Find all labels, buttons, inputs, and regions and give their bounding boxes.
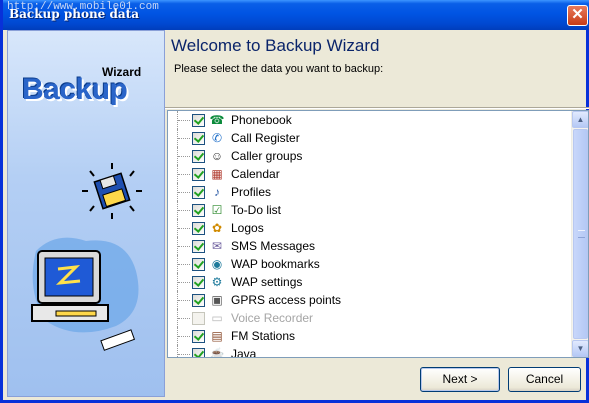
item-label: FM Stations bbox=[231, 329, 296, 343]
item-checkbox[interactable] bbox=[192, 222, 205, 235]
item-label: To-Do list bbox=[231, 203, 282, 217]
next-button[interactable]: Next > bbox=[420, 367, 500, 392]
calendar-icon: ▦ bbox=[211, 167, 223, 181]
item-label: WAP settings bbox=[231, 275, 303, 289]
list-item[interactable]: ♪ Profiles bbox=[168, 183, 572, 201]
fm-stations-icon: ▤ bbox=[211, 329, 223, 343]
close-icon: ✕ bbox=[571, 6, 584, 23]
sms-messages-icon: ✉ bbox=[211, 239, 223, 253]
list-item[interactable]: ☑ To-Do list bbox=[168, 201, 572, 219]
computer-illustration bbox=[31, 237, 139, 351]
list-item[interactable]: ✉ SMS Messages bbox=[168, 237, 572, 255]
list-item[interactable]: ▣ GPRS access points bbox=[168, 291, 572, 309]
wizard-side-banner: Wizard Backup bbox=[7, 30, 165, 397]
phonebook-icon: ☎ bbox=[209, 113, 225, 127]
item-label: Caller groups bbox=[231, 149, 303, 163]
item-checkbox bbox=[192, 312, 205, 325]
item-label: Voice Recorder bbox=[231, 311, 314, 325]
item-label: WAP bookmarks bbox=[231, 257, 320, 271]
scroll-thumb[interactable] bbox=[573, 129, 588, 339]
item-label: Profiles bbox=[231, 185, 272, 199]
tree-branch bbox=[178, 318, 190, 319]
list-item[interactable]: ✿ Logos bbox=[168, 219, 572, 237]
close-button[interactable]: ✕ bbox=[567, 5, 588, 26]
window-title: Backup phone data bbox=[9, 7, 139, 21]
tree-branch bbox=[178, 228, 190, 229]
item-checkbox[interactable] bbox=[192, 114, 205, 127]
item-checkbox[interactable] bbox=[192, 330, 205, 343]
gprs-icon: ▣ bbox=[211, 293, 223, 307]
list-item[interactable]: ◉ WAP bookmarks bbox=[168, 255, 572, 273]
list-item[interactable]: ☎ Phonebook bbox=[168, 111, 572, 129]
logos-icon: ✿ bbox=[211, 221, 223, 235]
backup-data-list: ☎ Phonebook ✆ Call Register ☺ Caller groups ▦ C… bbox=[168, 111, 572, 358]
item-checkbox[interactable] bbox=[192, 132, 205, 145]
item-label: Java bbox=[231, 347, 257, 358]
tree-connector bbox=[177, 345, 178, 357]
list-item[interactable]: ▭ Voice Recorder bbox=[168, 309, 572, 327]
list-item[interactable]: ✆ Call Register bbox=[168, 129, 572, 147]
title-bar[interactable]: http://www.mobile01.com Backup phone dat… bbox=[3, 0, 589, 30]
tree-branch bbox=[178, 210, 190, 211]
scroll-grip-icon bbox=[578, 230, 585, 238]
scroll-up-button[interactable]: ▲ bbox=[572, 111, 588, 128]
list-item[interactable]: ☕ Java bbox=[168, 345, 572, 358]
item-checkbox[interactable] bbox=[192, 276, 205, 289]
wap-settings-icon: ⚙ bbox=[211, 275, 223, 289]
todo-list-icon: ☑ bbox=[211, 203, 223, 217]
item-label: SMS Messages bbox=[231, 239, 316, 253]
item-checkbox[interactable] bbox=[192, 294, 205, 307]
profiles-icon: ♪ bbox=[214, 185, 220, 199]
item-checkbox[interactable] bbox=[192, 258, 205, 271]
item-checkbox[interactable] bbox=[192, 168, 205, 181]
tree-branch bbox=[178, 192, 190, 193]
item-label: GPRS access points bbox=[231, 293, 342, 307]
item-label: Logos bbox=[231, 221, 264, 235]
list-item[interactable]: ⚙ WAP settings bbox=[168, 273, 572, 291]
cancel-button[interactable]: Cancel bbox=[508, 367, 581, 392]
list-item[interactable]: ▦ Calendar bbox=[168, 165, 572, 183]
java-icon: ☕ bbox=[209, 347, 225, 358]
header-divider bbox=[165, 107, 589, 109]
item-checkbox[interactable] bbox=[192, 240, 205, 253]
tree-branch bbox=[178, 354, 190, 355]
item-checkbox[interactable] bbox=[192, 150, 205, 163]
backup-data-tree[interactable]: ☎ Phonebook ✆ Call Register ☺ Caller groups ▦ C… bbox=[167, 110, 589, 358]
tree-branch bbox=[178, 174, 190, 175]
item-checkbox[interactable] bbox=[192, 204, 205, 217]
call-register-icon: ✆ bbox=[211, 131, 223, 145]
tree-branch bbox=[178, 282, 190, 283]
scroll-down-button[interactable]: ▼ bbox=[572, 340, 588, 357]
caller-groups-icon: ☺ bbox=[210, 149, 224, 163]
page-instructions: Please select the data you want to backu… bbox=[174, 63, 384, 75]
wap-bookmarks-icon: ◉ bbox=[211, 257, 223, 271]
tree-branch bbox=[178, 156, 190, 157]
tree-branch bbox=[178, 264, 190, 265]
tree-branch bbox=[178, 300, 190, 301]
list-item[interactable]: ☺ Caller groups bbox=[168, 147, 572, 165]
list-item[interactable]: ▤ FM Stations bbox=[168, 327, 572, 345]
item-label: Calendar bbox=[231, 167, 280, 181]
tree-branch bbox=[178, 336, 190, 337]
item-checkbox[interactable] bbox=[192, 186, 205, 199]
voice-recorder-icon: ▭ bbox=[211, 311, 223, 325]
page-title: Welcome to Backup Wizard bbox=[171, 36, 380, 55]
wizard-window: http://www.mobile01.com Backup phone dat… bbox=[0, 0, 589, 403]
tree-branch bbox=[178, 120, 190, 121]
vertical-scrollbar[interactable]: ▲ ▼ bbox=[571, 111, 588, 357]
banner-backup-text: Backup bbox=[22, 73, 128, 106]
floppy-disk-icon bbox=[82, 163, 142, 219]
item-label: Call Register bbox=[231, 131, 300, 145]
tree-branch bbox=[178, 246, 190, 247]
item-label: Phonebook bbox=[231, 113, 292, 127]
item-checkbox[interactable] bbox=[192, 348, 205, 357]
tree-branch bbox=[178, 138, 190, 139]
